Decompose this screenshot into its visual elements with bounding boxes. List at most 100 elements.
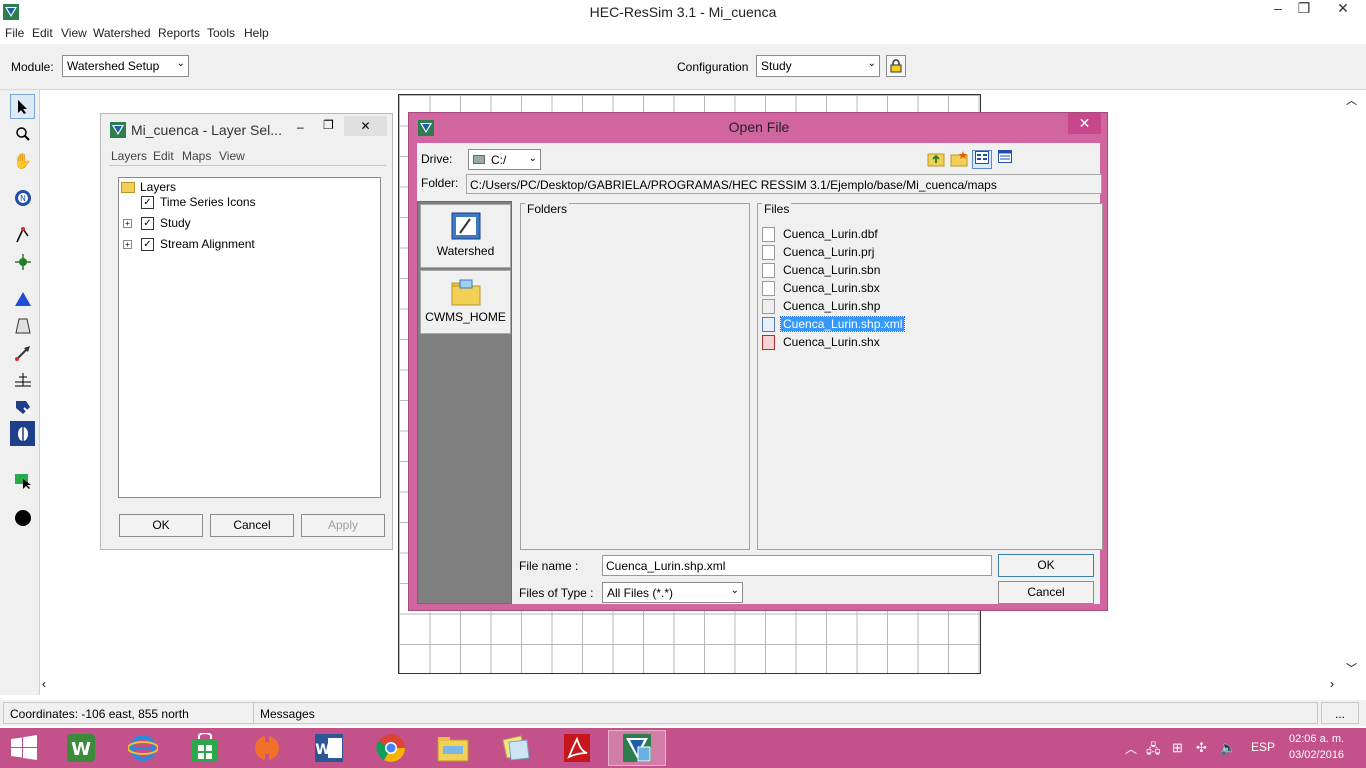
minimize-button[interactable]: – xyxy=(1268,0,1288,22)
show-hidden-icons-icon[interactable]: ︿ xyxy=(1125,740,1137,757)
zoom-tool-button[interactable] xyxy=(10,121,35,146)
up-folder-button[interactable] xyxy=(926,150,946,169)
junction-tool-button[interactable] xyxy=(10,249,35,274)
dam-tool-button[interactable] xyxy=(10,313,35,338)
scroll-down-icon[interactable]: ﹀ xyxy=(1346,660,1357,676)
node-tool-button[interactable] xyxy=(10,505,35,530)
shortcut-watershed[interactable]: Watershed xyxy=(420,204,511,268)
time-series-tool-button[interactable] xyxy=(10,421,35,446)
files-of-type-select[interactable]: All Files (*.*) ⌄ xyxy=(602,582,743,603)
tree-item-stream-alignment[interactable]: + ✓ Stream Alignment xyxy=(123,237,255,251)
taskbar-media-app[interactable] xyxy=(238,730,296,766)
volume-icon[interactable]: 🔈 xyxy=(1220,740,1236,756)
checkbox-checked[interactable]: ✓ xyxy=(141,216,154,230)
layer-menu-edit[interactable]: Edit xyxy=(153,149,174,163)
taskbar-app-winword-alt[interactable]: W xyxy=(52,730,110,766)
hec-ressim-app-icon xyxy=(110,122,126,138)
chevron-down-icon: ⌄ xyxy=(528,153,537,164)
layer-menu-view[interactable]: View xyxy=(219,149,245,163)
file-item[interactable]: Cuenca_Lurin.sbn xyxy=(762,262,882,278)
layer-ok-button[interactable]: OK xyxy=(119,514,203,537)
pan-tool-button[interactable]: ✋ xyxy=(10,148,35,173)
computation-point-tool-button[interactable] xyxy=(10,394,35,419)
folders-pane[interactable]: Folders xyxy=(520,202,750,550)
file-item[interactable]: Cuenca_Lurin.dbf xyxy=(762,226,880,242)
expand-plus-icon[interactable]: + xyxy=(123,239,132,249)
close-button[interactable]: ✕ xyxy=(1328,0,1358,22)
drive-select[interactable]: C:/ ⌄ xyxy=(468,149,541,170)
shortcut-cwms-home[interactable]: CWMS_HOME xyxy=(420,270,511,334)
new-folder-button[interactable] xyxy=(949,150,969,169)
layer-selector-restore-button[interactable]: ❐ xyxy=(323,118,334,132)
module-select[interactable]: Watershed Setup ⌄ xyxy=(62,55,189,77)
layer-cancel-button[interactable]: Cancel xyxy=(210,514,294,537)
tree-root-layers[interactable]: Layers xyxy=(121,180,176,194)
checkbox-checked[interactable]: ✓ xyxy=(141,195,154,209)
open-file-ok-button[interactable]: OK xyxy=(998,554,1094,577)
pointer-tool-button[interactable] xyxy=(10,94,35,119)
layer-selector-minimize-button[interactable]: – xyxy=(297,120,304,134)
menu-edit[interactable]: Edit xyxy=(32,26,53,40)
lock-button[interactable] xyxy=(886,55,906,77)
diversion-tool-button[interactable] xyxy=(10,340,35,365)
route-tool-button[interactable] xyxy=(10,468,35,493)
menu-tools[interactable]: Tools xyxy=(207,26,235,40)
security-tray-icon[interactable]: ✣ xyxy=(1196,740,1207,756)
horizontal-scrollbar[interactable]: ‹ › xyxy=(40,677,1345,694)
checkbox-checked[interactable]: ✓ xyxy=(141,237,154,251)
scroll-up-icon[interactable]: ︿ xyxy=(1346,92,1357,108)
menu-file[interactable]: File xyxy=(5,26,24,40)
scroll-left-icon[interactable]: ‹ xyxy=(42,677,46,691)
vertical-scrollbar[interactable]: ︿ ﹀ xyxy=(1343,90,1360,677)
expand-plus-icon[interactable]: + xyxy=(123,218,132,228)
layer-menu-layers[interactable]: Layers xyxy=(111,149,147,163)
file-item-selected[interactable]: Cuenca_Lurin.shp.xml xyxy=(762,316,906,332)
files-pane[interactable]: Files Cuenca_Lurin.dbf Cuenca_Lurin.prj … xyxy=(757,202,1103,550)
taskbar-word[interactable]: W xyxy=(300,730,358,766)
watershed-shortcut-icon xyxy=(451,212,480,240)
taskbar-hec-ressim[interactable] xyxy=(608,730,666,766)
menu-watershed[interactable]: Watershed xyxy=(93,26,151,40)
start-button[interactable] xyxy=(0,730,48,766)
reservoir-tool-button[interactable] xyxy=(10,286,35,311)
details-view-button[interactable] xyxy=(995,150,1015,169)
scroll-right-icon[interactable]: › xyxy=(1330,677,1334,691)
open-file-cancel-button[interactable]: Cancel xyxy=(998,581,1094,604)
stream-tool-button[interactable] xyxy=(10,222,35,247)
menu-view[interactable]: View xyxy=(61,26,87,40)
file-item[interactable]: Cuenca_Lurin.shp xyxy=(762,298,882,314)
configuration-select[interactable]: Study ⌄ xyxy=(756,55,880,77)
clock-date[interactable]: 03/02/2016 xyxy=(1289,749,1344,761)
taskbar-acrobat[interactable] xyxy=(548,730,606,766)
taskbar-chrome[interactable] xyxy=(362,730,420,766)
reach-tool-button[interactable] xyxy=(10,367,35,392)
clock-time[interactable]: 02:06 a. m. xyxy=(1289,733,1344,745)
restore-button[interactable]: ❐ xyxy=(1294,0,1314,22)
open-file-close-button[interactable]: ✕ xyxy=(1068,113,1101,134)
input-language[interactable]: ESP xyxy=(1251,740,1275,754)
file-name-input[interactable]: Cuenca_Lurin.shp.xml xyxy=(602,555,992,576)
taskbar-store[interactable] xyxy=(176,730,234,766)
menu-bar: File Edit View Watershed Reports Tools H… xyxy=(0,24,1366,43)
layer-apply-button[interactable]: Apply xyxy=(301,514,385,537)
taskbar-internet-explorer[interactable] xyxy=(114,730,172,766)
file-item[interactable]: Cuenca_Lurin.sbx xyxy=(762,280,882,296)
layer-selector-close-button[interactable]: ✕ xyxy=(344,116,387,136)
taskbar-file-explorer[interactable] xyxy=(424,730,482,766)
file-item[interactable]: Cuenca_Lurin.shx xyxy=(762,334,882,350)
tree-item-study[interactable]: + ✓ Study xyxy=(123,216,191,230)
network-tool-button[interactable]: N xyxy=(10,185,35,210)
list-view-button[interactable] xyxy=(972,150,992,169)
menu-help[interactable]: Help xyxy=(244,26,269,40)
more-button[interactable]: ... xyxy=(1321,702,1359,724)
menu-reports[interactable]: Reports xyxy=(158,26,200,40)
network-tray-icon[interactable]: 🖧 xyxy=(1146,740,1161,762)
layer-selector-title: Mi_cuenca - Layer Sel... xyxy=(131,122,282,138)
layer-menu-maps[interactable]: Maps xyxy=(182,149,211,163)
folder-path-field[interactable]: C:/Users/PC/Desktop/GABRIELA/PROGRAMAS/H… xyxy=(466,174,1102,194)
windows-tray-icon[interactable]: ⊞ xyxy=(1172,740,1183,756)
files-pane-label: Files xyxy=(762,202,792,216)
tree-item-time-series-icons[interactable]: ✓ Time Series Icons xyxy=(141,195,256,209)
file-item[interactable]: Cuenca_Lurin.prj xyxy=(762,244,876,260)
taskbar-sticky-notes[interactable] xyxy=(486,730,544,766)
